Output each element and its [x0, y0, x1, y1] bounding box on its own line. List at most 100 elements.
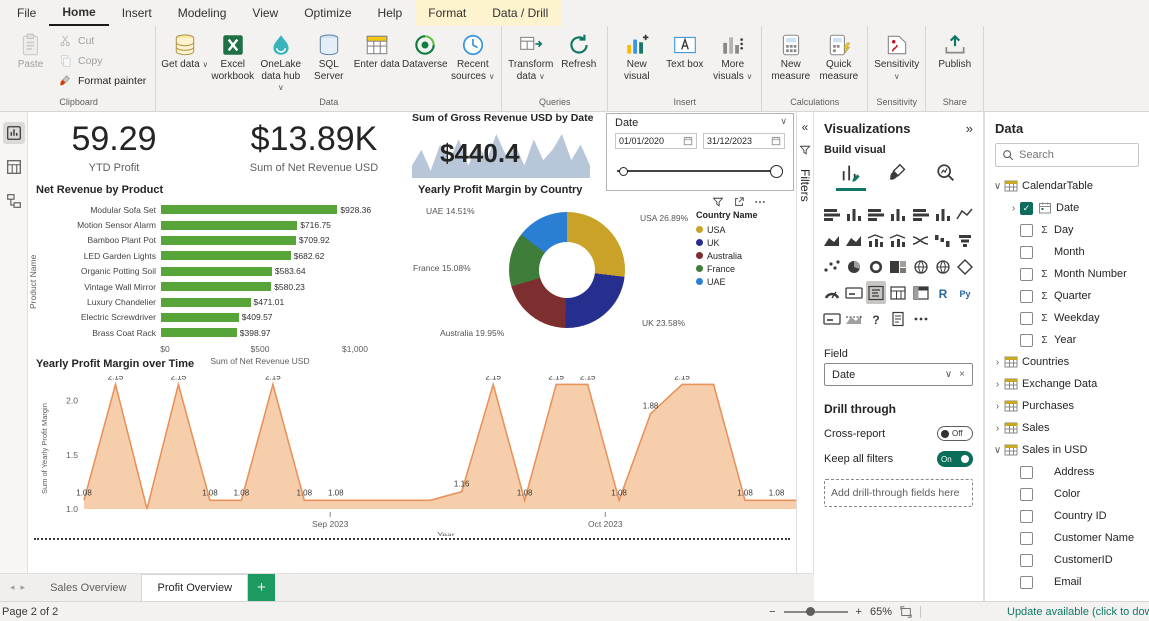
viz-tab-analytics[interactable] [931, 162, 961, 191]
slider-handle-end[interactable] [770, 164, 783, 178]
visual-type-python[interactable]: Py [955, 281, 975, 304]
more-visuals-button[interactable]: More visuals ∨ [709, 28, 756, 82]
refresh-button[interactable]: Refresh [555, 28, 602, 71]
chevron-right-icon[interactable]: › [991, 379, 1004, 390]
page-tab-profit-overview[interactable]: Profit Overview [141, 574, 249, 601]
new-visual-button[interactable]: New visual [613, 28, 660, 82]
field-checkbox[interactable] [1020, 509, 1033, 523]
bar[interactable] [161, 297, 251, 307]
chevron-down-icon[interactable]: ∨ [780, 116, 787, 127]
get-data-button[interactable]: Get data ∨ [161, 28, 208, 71]
chevron-right-icon[interactable]: › [991, 357, 1004, 368]
filter-icon[interactable] [712, 196, 724, 208]
visual-type-slicer[interactable] [866, 281, 887, 304]
cut-button[interactable]: Cut [55, 32, 150, 50]
keep-all-filters-toggle[interactable]: On [937, 451, 973, 467]
expand-filters-icon[interactable]: « [802, 120, 809, 134]
visual-type-area[interactable] [822, 229, 842, 252]
visual-type-donut[interactable] [866, 255, 886, 278]
filters-pane-collapsed[interactable]: « Filters [796, 112, 814, 601]
transform-data-button[interactable]: Transform data ∨ [507, 28, 554, 82]
sql-server-button[interactable]: SQL Server [305, 28, 352, 82]
field-row-email[interactable]: Email [985, 571, 1149, 593]
chevron-right-icon[interactable]: › [1007, 203, 1020, 214]
ribbon-tab-insert[interactable]: Insert [109, 0, 165, 26]
new-measure-button[interactable]: New measure [767, 28, 814, 82]
bar[interactable] [161, 282, 272, 292]
search-input[interactable] [1019, 149, 1132, 161]
visual-type-line-and-stacked-column[interactable] [866, 229, 886, 252]
visual-type-scatter[interactable] [822, 255, 842, 278]
slider-handle-start[interactable] [619, 166, 628, 176]
visual-type-gauge[interactable] [822, 281, 842, 304]
bar[interactable] [161, 251, 291, 261]
focus-mode-icon[interactable] [733, 196, 745, 208]
new-page-button[interactable]: + [248, 574, 276, 601]
visual-type-clustered-bar[interactable] [866, 203, 886, 226]
field-row-sales[interactable]: › Sales [985, 417, 1149, 439]
field-checkbox[interactable] [1020, 245, 1033, 259]
field-row-year[interactable]: Σ Year [985, 329, 1149, 351]
visual-type-card[interactable] [844, 281, 864, 304]
field-checkbox[interactable] [1020, 267, 1033, 281]
visual-type-100-stacked-bar[interactable] [911, 203, 931, 226]
bar-row-modular-sofa-set[interactable]: Modular Sofa Set $928.36 [36, 202, 418, 217]
sensitivity-button[interactable]: Sensitivity ∨ [873, 28, 920, 82]
visual-type-more[interactable] [911, 307, 931, 330]
recent-sources-button[interactable]: Recent sources ∨ [449, 28, 496, 82]
field-row-exchange-data[interactable]: › Exchange Data [985, 373, 1149, 395]
update-notice-link[interactable]: Update available (click to dow [1007, 606, 1149, 618]
quick-measure-button[interactable]: Quick measure [815, 28, 862, 82]
date-slicer[interactable]: Date ∨ 01/01/2020 31/12/2023 [606, 113, 794, 191]
visual-type-treemap[interactable] [888, 255, 908, 278]
field-row-customer-name[interactable]: Customer Name [985, 527, 1149, 549]
zoom-slider-handle[interactable] [805, 606, 815, 616]
bar-row-brass-coat-rack[interactable]: Brass Coat Rack $398.97 [36, 325, 418, 340]
visual-type-line[interactable] [955, 203, 975, 226]
visual-type-multi-row-card[interactable] [822, 307, 842, 330]
field-row-month-number[interactable]: Σ Month Number [985, 263, 1149, 285]
field-row-quarter[interactable]: Σ Quarter [985, 285, 1149, 307]
legend-item-uae[interactable]: UAE [696, 275, 782, 288]
visual-type-paginated-report[interactable] [888, 307, 908, 330]
copy-button[interactable]: Copy [55, 52, 150, 70]
field-checkbox[interactable]: ✓ [1020, 201, 1033, 215]
area-chart[interactable]: 1.08 2.15 2.15 1.08 1.08 2.15 1.08 1.08 1.16 2.15… [58, 376, 796, 536]
bar-row-motion-sensor-alarm[interactable]: Motion Sensor Alarm $716.75 [36, 217, 418, 232]
search-box[interactable] [995, 143, 1139, 167]
publish-button[interactable]: Publish [931, 28, 978, 71]
ribbon-tab-data-drill[interactable]: Data / Drill [479, 0, 562, 26]
dataverse-button[interactable]: Dataverse [401, 28, 448, 71]
field-row-countries[interactable]: › Countries [985, 351, 1149, 373]
calendar-icon[interactable] [771, 136, 781, 146]
enter-data-button[interactable]: Enter data [353, 28, 400, 71]
ribbon-tab-help[interactable]: Help [365, 0, 416, 26]
field-checkbox[interactable] [1020, 223, 1033, 237]
legend-item-france[interactable]: France [696, 262, 782, 275]
visual-type-funnel[interactable] [955, 229, 975, 252]
field-row-country-id[interactable]: Country ID [985, 505, 1149, 527]
visual-type-shape-map[interactable] [955, 255, 975, 278]
field-checkbox[interactable] [1020, 333, 1033, 347]
field-row-purchases[interactable]: › Purchases [985, 395, 1149, 417]
bar[interactable] [161, 220, 298, 230]
viz-tab-build[interactable] [836, 162, 866, 191]
date-range-slider[interactable] [617, 162, 783, 180]
cross-report-toggle[interactable]: Off [937, 426, 973, 441]
field-checkbox[interactable] [1020, 553, 1033, 567]
bar[interactable] [161, 328, 237, 338]
slider-track[interactable] [617, 170, 783, 172]
visual-type-table[interactable] [888, 281, 908, 304]
field-row-color[interactable]: Color [985, 483, 1149, 505]
format-painter-button[interactable]: Format painter [55, 72, 150, 90]
chevron-down-icon[interactable]: ∨ [991, 445, 1004, 456]
field-checkbox[interactable] [1020, 487, 1033, 501]
visual-type-100-stacked-column[interactable] [933, 203, 953, 226]
more-options-icon[interactable] [754, 196, 766, 208]
zoom-in-button[interactable]: + [856, 606, 862, 618]
bar[interactable] [161, 266, 272, 276]
ribbon-tab-file[interactable]: File [4, 0, 49, 26]
ribbon-tab-home[interactable]: Home [49, 0, 109, 26]
field-checkbox[interactable] [1020, 575, 1033, 589]
bar[interactable] [161, 205, 338, 215]
